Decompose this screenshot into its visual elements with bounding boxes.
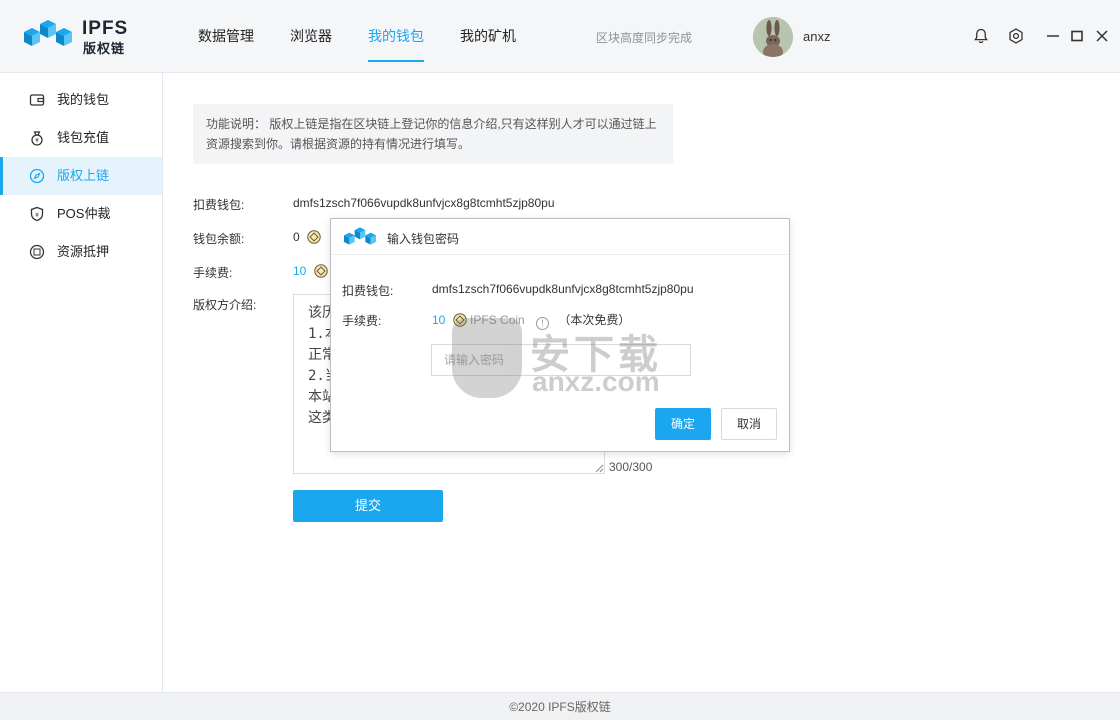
pledge-icon [29,244,45,260]
wallet-label: 扣费钱包: [193,198,245,212]
footer-copyright: ©2020 IPFS版权链 [0,692,1120,720]
submit-button[interactable]: 提交 [293,490,443,522]
sidebar: 我的钱包 ¥ 钱包充值 版权上链 ¥ POS仲裁 资源抵押 [0,73,163,692]
sync-status: 区块高度同步完成 [596,31,693,45]
coin-icon [307,230,321,244]
app-logo: IPFS 版权链 [20,16,140,58]
sidebar-item-copyright-chain[interactable]: 版权上链 [0,157,162,195]
password-input[interactable] [431,344,691,376]
fee-value: 10 [293,264,307,278]
password-dialog: 输入钱包密码 扣费钱包: dmfs1zsch7f066vupdk8unfvjcx… [330,218,790,452]
confirm-button[interactable]: 确定 [655,408,711,440]
intro-label: 版权方介绍: [193,298,257,312]
dialog-wallet-label: 扣费钱包: [342,284,394,298]
fee-note: （本次免费） [558,313,631,327]
avatar[interactable] [753,17,793,57]
compass-icon [29,168,45,184]
nav-browser[interactable]: 浏览器 [290,0,332,73]
sidebar-item-label: 资源抵押 [57,244,110,259]
logo-subtitle: 版权链 [83,41,126,56]
coin-icon [453,313,467,327]
svg-text:¥: ¥ [35,212,39,219]
app-header: IPFS 版权链 数据管理 浏览器 我的钱包 我的矿机 区块高度同步完成 anx… [0,0,1120,73]
wallet-address: dmfs1zsch7f066vupdk8unfvjcx8g8tcmht5zjp8… [293,196,555,210]
fee-label: 手续费: [193,266,233,280]
notice-line: 资源搜索到你。请根据资源的持有情况进行填写。 [206,137,471,151]
close-icon[interactable] [1093,27,1111,45]
rabbit-avatar-icon [753,17,793,57]
cubes-logo-icon [344,227,376,245]
dialog-fee-value: 10 [432,313,446,327]
balance-value: 0 [293,230,300,244]
sidebar-item-my-wallet[interactable]: 我的钱包 [0,81,162,119]
notice-line: 功能说明： 版权上链是指在区块链上登记你的信息介绍,只有这样别人才可以通过链上 [206,117,657,131]
username: anxz [803,29,831,44]
balance-label: 钱包余额: [193,232,245,246]
sidebar-item-label: 我的钱包 [57,92,110,107]
dialog-wallet-address: dmfs1zsch7f066vupdk8unfvjcx8g8tcmht5zjp8… [432,282,694,296]
top-nav: 数据管理 浏览器 我的钱包 我的矿机 [198,0,552,73]
nav-my-miner[interactable]: 我的矿机 [460,0,516,73]
coin-name: IPFS Coin [470,313,525,327]
sidebar-item-recharge[interactable]: ¥ 钱包充值 [0,119,162,157]
cancel-button[interactable]: 取消 [721,408,777,440]
sidebar-item-resource-pledge[interactable]: 资源抵押 [0,233,162,271]
maximize-icon[interactable] [1068,27,1086,45]
moneybag-icon: ¥ [31,131,43,146]
logo-title: IPFS [82,18,129,39]
sidebar-item-label: 钱包充值 [57,130,110,145]
dialog-fee-field: 10 IPFS Coin ! （本次免费） [432,311,630,330]
cubes-logo-icon [24,20,72,46]
wallet-icon [29,94,45,106]
svg-text:¥: ¥ [35,138,39,145]
sidebar-item-label: POS仲裁 [57,206,111,221]
sidebar-item-pos-arbitration[interactable]: ¥ POS仲裁 [0,195,162,233]
nav-my-wallet[interactable]: 我的钱包 [368,0,424,73]
sidebar-item-label: 版权上链 [57,168,110,183]
nav-data-management[interactable]: 数据管理 [198,0,254,73]
resize-handle-icon[interactable] [594,463,604,473]
shield-icon: ¥ [30,206,44,222]
info-icon[interactable]: ! [536,317,550,330]
gear-icon[interactable] [1007,27,1025,45]
dialog-fee-label: 手续费: [342,314,382,328]
char-counter: 300/300 [609,460,653,474]
coin-icon [314,264,328,278]
function-notice: 功能说明： 版权上链是指在区块链上登记你的信息介绍,只有这样别人才可以通过链上 … [193,104,673,164]
dialog-header: 输入钱包密码 [331,219,789,255]
bell-icon[interactable] [972,27,990,45]
dialog-title: 输入钱包密码 [387,232,460,246]
fee-field: 10 [293,264,328,278]
balance-field: 0 [293,230,321,244]
minimize-icon[interactable] [1044,27,1062,45]
